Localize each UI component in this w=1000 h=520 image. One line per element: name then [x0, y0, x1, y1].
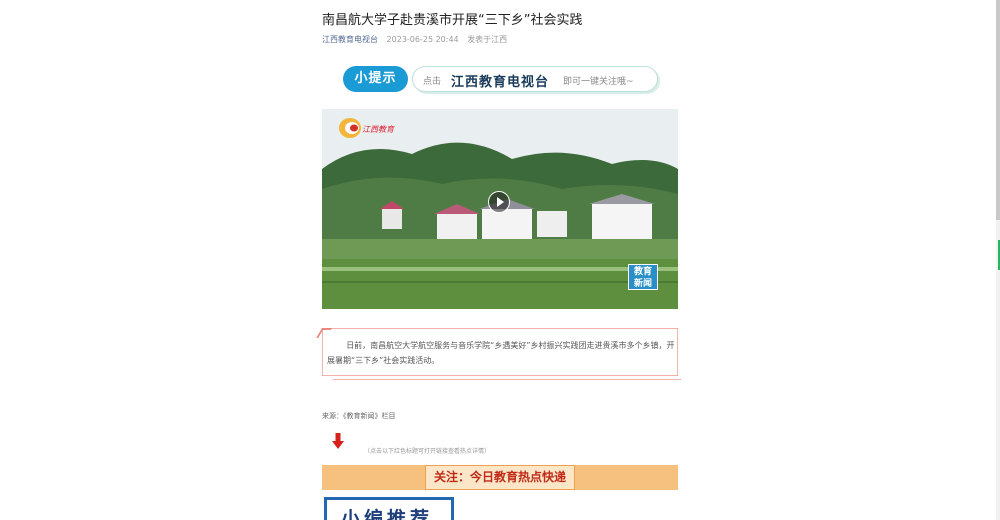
- follow-tip-banner[interactable]: 小提示 点击 江西教育电视台 即可一键关注哦~: [343, 65, 658, 93]
- summary-box: 日前，南昌航空大学航空服务与音乐学院“乡遇美好”乡村振兴实践团走进贵溪市多个乡镇…: [316, 328, 681, 380]
- scroll-thumb[interactable]: [996, 0, 1000, 220]
- news-badge-line1: 教育: [633, 267, 652, 277]
- tip-badge: 小提示: [343, 66, 408, 92]
- video-player[interactable]: 江西教育 教育 新闻: [322, 109, 678, 309]
- tip-suffix: 即可一键关注哦~: [563, 77, 634, 87]
- publish-location: 发表于江西: [467, 35, 508, 44]
- tip-prefix: 点击: [423, 77, 442, 87]
- source-line: 来源：《教育新闻》栏目: [322, 412, 396, 420]
- article-title: 南昌航大学子赴贵溪市开展“三下乡”社会实践: [322, 13, 583, 28]
- summary-text: 日前，南昌航空大学航空服务与音乐学院“乡遇美好”乡村振兴实践团走进贵溪市多个乡镇…: [327, 341, 675, 365]
- author-link[interactable]: 江西教育电视台: [322, 35, 378, 44]
- arrow-down-icon: [332, 433, 344, 449]
- hint-text: （点击以下红色标题可打开链接查看热点详情）: [364, 448, 491, 455]
- article-meta: 江西教育电视台 2023-06-25 20:44 发表于江西: [322, 34, 507, 45]
- news-badge-line2: 新闻: [633, 279, 652, 289]
- follow-heading[interactable]: 关注：今日教育热点快递: [425, 465, 575, 490]
- corner-decoration-icon: [316, 328, 332, 338]
- tip-pill: 点击 江西教育电视台 即可一键关注哦~: [412, 66, 658, 92]
- tip-account-name: 江西教育电视台: [451, 75, 550, 90]
- news-badge: 教育 新闻: [628, 264, 658, 290]
- publish-date: 2023-06-25 20:44: [386, 35, 459, 44]
- play-icon[interactable]: [488, 191, 510, 213]
- channel-logo-icon: [338, 117, 362, 139]
- editor-pick-heading: 小编推荐: [324, 497, 454, 520]
- channel-logo-text: 江西教育: [362, 125, 394, 134]
